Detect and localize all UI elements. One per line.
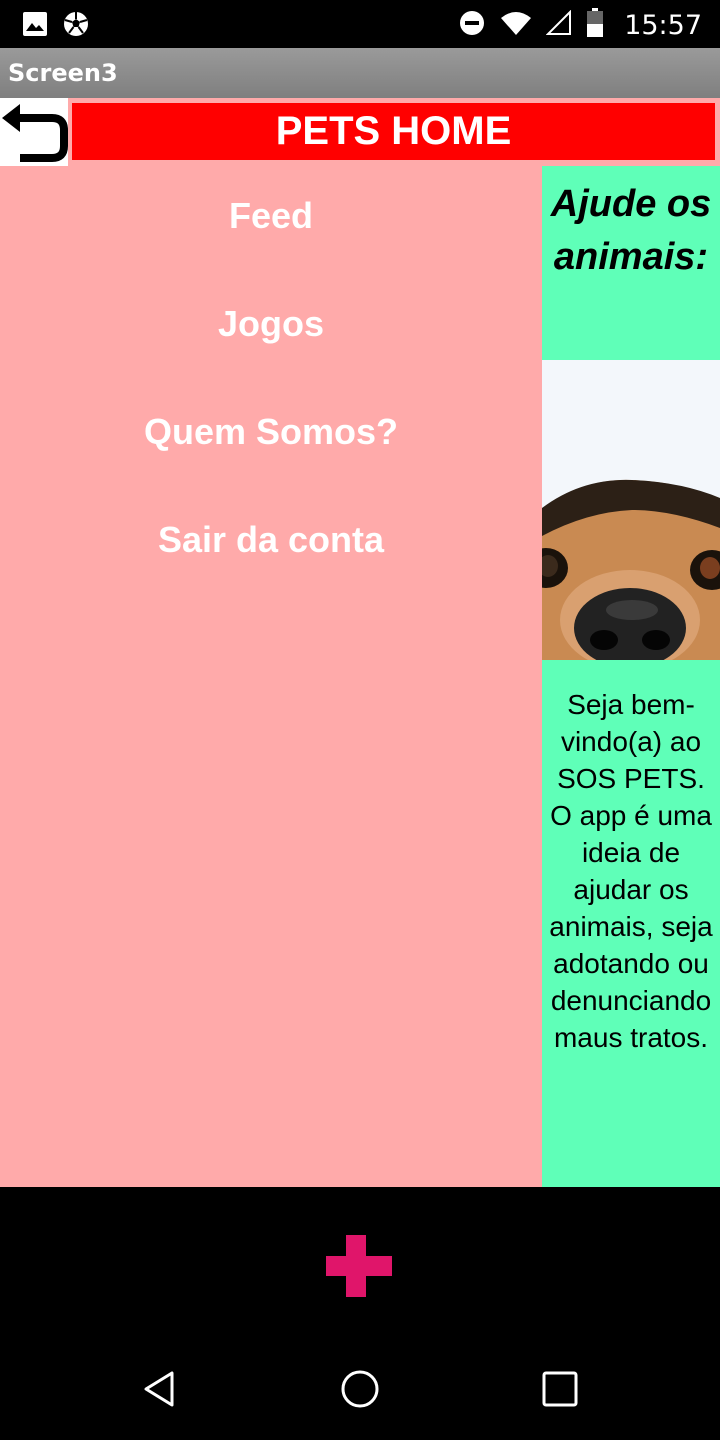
welcome-text: Seja bem-vindo(a) ao SOS PETS. O app é u… xyxy=(549,689,713,1053)
menu-panel: Feed Jogos Quem Somos? Sair da conta xyxy=(0,166,542,1187)
status-time: 15:57 xyxy=(624,10,702,41)
brand-title: PETS HOME xyxy=(72,103,715,160)
wifi-icon xyxy=(500,10,532,41)
screen-title: Screen3 xyxy=(8,59,118,87)
dog-peeking-photo xyxy=(542,360,720,660)
signal-icon xyxy=(545,9,572,41)
side-panel: Ajude os animais: Seja bem-vindo(a) ao S… xyxy=(542,166,720,1187)
do-not-disturb-icon xyxy=(458,9,486,42)
status-bar: 15:57 xyxy=(0,0,720,48)
battery-icon xyxy=(586,8,604,43)
app-title-bar: Screen3 xyxy=(0,48,720,98)
plus-icon xyxy=(322,1235,394,1301)
menu-item-sair-da-conta[interactable]: Sair da conta xyxy=(0,510,542,570)
image-icon xyxy=(22,11,48,42)
back-button[interactable] xyxy=(0,98,68,166)
menu-item-feed[interactable]: Feed xyxy=(0,186,542,246)
bottom-area xyxy=(0,1187,720,1340)
back-triangle-icon xyxy=(140,1369,180,1414)
menu-item-jogos[interactable]: Jogos xyxy=(0,294,542,354)
home-circle-icon xyxy=(339,1368,381,1415)
side-panel-title: Ajude os animais: xyxy=(550,183,712,278)
navigation-bar xyxy=(0,1340,720,1440)
soccer-ball-icon xyxy=(62,10,90,43)
nav-home-button[interactable] xyxy=(333,1364,387,1418)
header: PETS HOME xyxy=(0,98,720,166)
menu-item-quem-somos[interactable]: Quem Somos? xyxy=(0,402,542,462)
add-button[interactable] xyxy=(322,1235,394,1297)
nav-back-button[interactable] xyxy=(133,1364,187,1418)
recents-square-icon xyxy=(541,1370,579,1413)
nav-recents-button[interactable] xyxy=(533,1364,587,1418)
